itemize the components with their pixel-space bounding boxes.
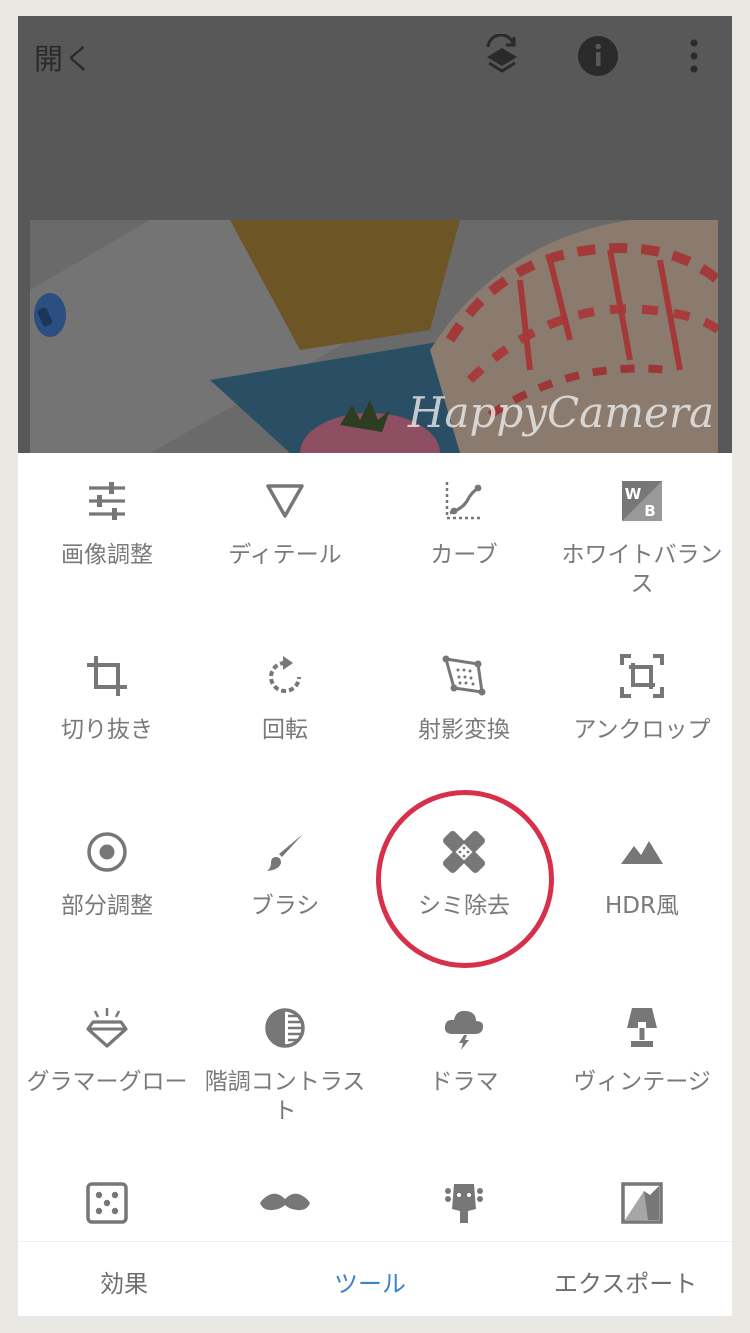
tool-brush[interactable]: ブラシ xyxy=(196,830,374,921)
tool-label: 画像調整 xyxy=(61,542,153,568)
tab-tools[interactable]: ツール xyxy=(334,1264,406,1299)
tool-grunge[interactable] xyxy=(375,1181,553,1225)
tools-grid: 画像調整 ディテール カーブ W B ホワイトバランス 切り抜き 回転 射影変換… xyxy=(18,453,732,1241)
tool-label: 切り抜き xyxy=(61,717,153,743)
tool-tune-image[interactable]: 画像調整 xyxy=(18,479,196,570)
layers-history-icon[interactable] xyxy=(480,33,524,78)
tool-label: ブラシ xyxy=(250,893,320,919)
image-preview-area: 開く HappyCamera xyxy=(18,16,732,453)
bottom-navigation: 効果 ツール エクスポート xyxy=(18,1241,732,1316)
curves-icon xyxy=(445,482,483,520)
tool-hdr-scape[interactable]: HDR風 xyxy=(553,830,731,921)
sliders-icon xyxy=(89,482,125,520)
info-icon[interactable] xyxy=(576,34,620,78)
tool-label: カーブ xyxy=(430,542,498,568)
crop-icon xyxy=(87,656,127,696)
diamond-glow-icon xyxy=(86,1008,128,1048)
grainy-film-icon xyxy=(86,1182,128,1224)
tool-details[interactable]: ディテール xyxy=(196,479,374,570)
tool-label: 射影変換 xyxy=(418,717,510,743)
brush-icon xyxy=(267,834,303,871)
expand-icon xyxy=(620,654,664,698)
tool-noir[interactable] xyxy=(553,1181,731,1225)
white-balance-icon: W B xyxy=(622,481,662,521)
photo-watermark: HappyCamera xyxy=(407,388,714,437)
tool-label: ドラマ xyxy=(429,1069,499,1095)
tool-drama[interactable]: ドラマ xyxy=(375,1006,553,1097)
tool-label: ホワイトバランス xyxy=(561,542,723,597)
tonal-contrast-icon xyxy=(265,1008,305,1048)
tool-selective[interactable]: 部分調整 xyxy=(18,830,196,921)
tool-perspective[interactable]: 射影変換 xyxy=(375,654,553,745)
tool-crop[interactable]: 切り抜き xyxy=(18,654,196,745)
grunge-icon xyxy=(621,1182,663,1224)
bandage-icon xyxy=(443,831,485,873)
photo-preview[interactable]: HappyCamera xyxy=(30,220,718,453)
perspective-icon xyxy=(442,655,486,696)
tab-export[interactable]: エクスポート xyxy=(554,1264,697,1299)
more-vert-icon[interactable] xyxy=(672,34,716,78)
app-screen: 開く HappyCamera 画像調整 ディテール カーブ W B ホワイトバラ… xyxy=(18,16,732,1316)
svg-text:W: W xyxy=(625,485,642,503)
tool-tonal-contrast[interactable]: 階調コントラスト xyxy=(196,1006,374,1126)
tool-label: HDR風 xyxy=(605,893,679,919)
tool-grainy-film[interactable] xyxy=(18,1181,196,1225)
guitar-head-icon xyxy=(445,1184,483,1223)
selective-target-icon xyxy=(87,832,127,872)
tool-expand[interactable]: アンクロップ xyxy=(553,654,731,745)
tool-glamour-glow[interactable]: グラマーグロー xyxy=(18,1006,196,1097)
rotate-icon xyxy=(269,656,301,693)
tool-label: ヴィンテージ xyxy=(573,1069,711,1095)
tool-label: 回転 xyxy=(262,717,308,743)
tab-looks[interactable]: 効果 xyxy=(100,1264,148,1299)
mustache-icon xyxy=(260,1193,310,1211)
tool-healing[interactable]: シミ除去 xyxy=(375,830,553,921)
tool-label: 階調コントラスト xyxy=(204,1069,366,1124)
tool-label: グラマーグロー xyxy=(26,1069,188,1095)
lamp-icon xyxy=(627,1008,657,1047)
tool-label: ディテール xyxy=(228,542,342,568)
tool-curves[interactable]: カーブ xyxy=(375,479,553,570)
tool-white-balance[interactable]: W B ホワイトバランス xyxy=(553,479,731,599)
tool-rotate[interactable]: 回転 xyxy=(196,654,374,745)
tool-retrolux[interactable] xyxy=(196,1181,374,1225)
svg-text:B: B xyxy=(644,502,655,520)
triangle-down-icon xyxy=(266,484,304,518)
tool-label: アンクロップ xyxy=(573,717,711,743)
tool-vintage[interactable]: ヴィンテージ xyxy=(553,1006,731,1097)
tool-label: 部分調整 xyxy=(61,893,153,919)
tool-label: シミ除去 xyxy=(418,893,510,919)
storm-cloud-icon xyxy=(444,1010,484,1050)
mountains-icon xyxy=(621,841,663,864)
open-button[interactable]: 開く xyxy=(34,36,94,78)
